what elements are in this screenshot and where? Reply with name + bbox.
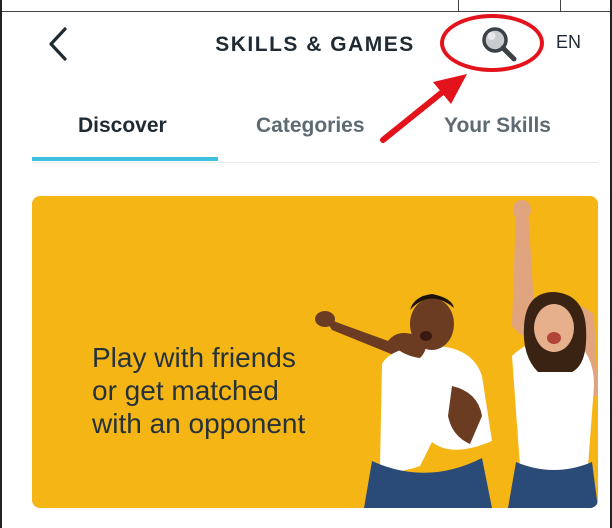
tab-discover[interactable]: Discover	[78, 114, 167, 138]
man-figure	[315, 294, 492, 508]
tab-categories[interactable]: Categories	[256, 114, 365, 138]
tab-your-skills[interactable]: Your Skills	[444, 114, 551, 138]
chevron-left-icon	[49, 27, 67, 61]
screenshot-top-border	[0, 0, 612, 12]
tab-bar: Discover Categories Your Skills	[0, 100, 612, 170]
language-selector[interactable]: EN	[556, 32, 581, 53]
banner-headline: Play with friends or get matched with an…	[92, 341, 305, 440]
border-divider	[560, 0, 561, 12]
tab-divider	[32, 162, 598, 163]
woman-figure	[508, 200, 598, 508]
banner-photo	[315, 200, 598, 508]
banner-line: Play with friends	[92, 342, 296, 373]
promo-banner[interactable]: Play with friends or get matched with an…	[32, 196, 598, 508]
annotation-highlight-ring	[440, 14, 544, 72]
back-button[interactable]	[40, 24, 76, 64]
page-title: SKILLS & GAMES	[215, 33, 415, 56]
border-divider	[458, 0, 459, 12]
banner-line: with an opponent	[92, 408, 306, 439]
screenshot-left-border	[0, 0, 2, 528]
active-tab-indicator	[32, 157, 218, 161]
banner-line: or get matched	[92, 375, 279, 406]
